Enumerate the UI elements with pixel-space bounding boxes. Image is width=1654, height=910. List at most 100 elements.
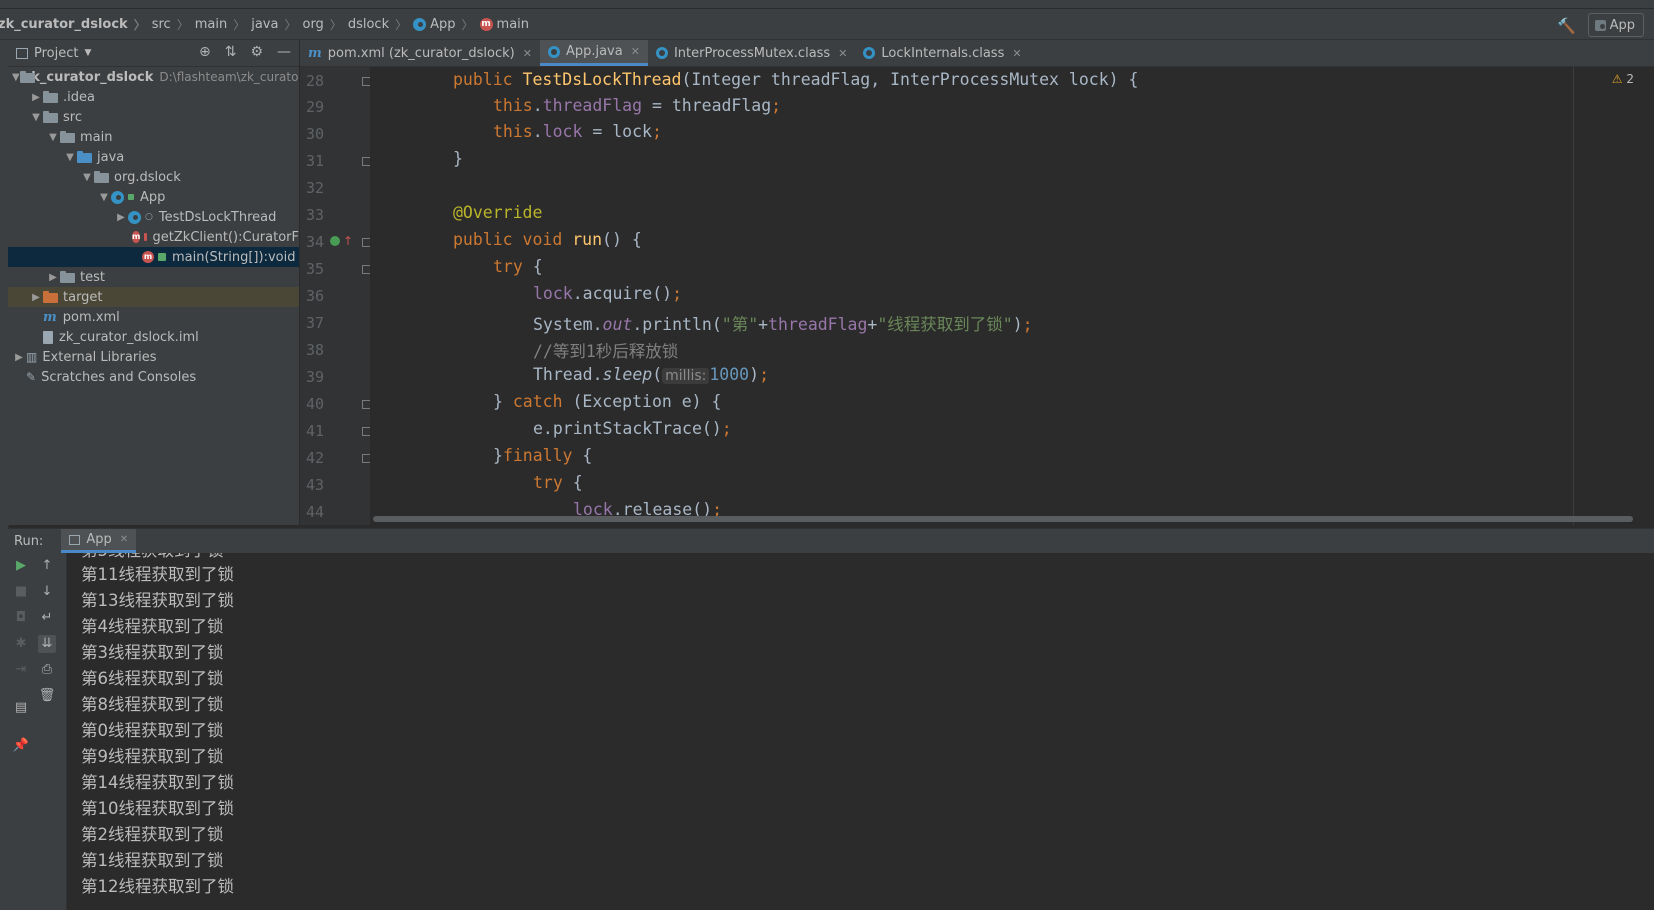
tree-item-label: zk_curator_dslock.iml	[59, 329, 199, 345]
scroll-to-end-icon[interactable]: ⇊	[38, 635, 56, 653]
console-output[interactable]: 第5线程获取到了锁 第11线程获取到了锁 第13线程获取到了锁 第4线程获取到了…	[67, 553, 1654, 910]
tree-item-package[interactable]: ▼ org.dslock	[8, 167, 299, 187]
breadcrumb-src[interactable]: src 〉	[152, 16, 195, 33]
breadcrumb-method-main[interactable]: m main	[479, 17, 529, 32]
tree-item-external-libraries[interactable]: ▶ ▥ External Libraries	[8, 347, 299, 367]
chevron-down-icon[interactable]: ▼	[29, 112, 43, 123]
editor-gutter[interactable]: 28 29 30 31 32 33 34 35 36 37 38 39 40 4…	[300, 67, 371, 525]
tree-item-label: src	[63, 109, 82, 125]
breadcrumb-main[interactable]: main 〉	[195, 16, 252, 33]
tree-item-test[interactable]: ▶ test	[8, 267, 299, 287]
breadcrumb-app[interactable]: App 〉	[413, 16, 479, 33]
tab-lockinternals[interactable]: LockInternals.class ✕	[855, 40, 1029, 66]
close-icon[interactable]: ✕	[120, 534, 128, 545]
breadcrumb-dslock[interactable]: dslock 〉	[348, 16, 413, 33]
code-editor[interactable]: public TestDsLockThread(Integer threadFl…	[370, 67, 1654, 525]
stop-icon[interactable]: ■	[12, 583, 30, 601]
tree-item-java[interactable]: ▼ java	[8, 147, 299, 167]
tree-item-app-class[interactable]: ▼ App	[8, 187, 299, 207]
tree-item-iml[interactable]: zk_curator_dslock.iml	[8, 327, 299, 347]
tab-app-java[interactable]: App.java ✕	[539, 40, 648, 66]
chevron-right-icon[interactable]: ▶	[46, 272, 60, 283]
print-icon[interactable]: ⎙	[38, 661, 56, 679]
chevron-right-icon[interactable]: ▶	[29, 292, 43, 303]
close-icon[interactable]: ✕	[523, 47, 532, 60]
code-line-29: this.threadFlag = threadFlag;	[493, 96, 781, 115]
tab-label: App.java	[565, 44, 623, 59]
line-number: 31	[305, 152, 324, 170]
chevron-down-icon[interactable]: ▼	[46, 132, 60, 143]
tab-label: LockInternals.class	[881, 45, 1005, 61]
breadcrumb-java[interactable]: java 〉	[251, 16, 302, 33]
rerun-icon[interactable]: ▶	[12, 557, 30, 575]
locate-icon[interactable]: ⊕	[199, 44, 211, 60]
tree-item-label: pom.xml	[62, 309, 120, 325]
gear-icon[interactable]: ⚙	[250, 44, 263, 60]
warnings-indicator[interactable]: ⚠ 2	[1612, 72, 1634, 86]
line-number: 32	[305, 179, 324, 197]
code-line-38: //等到1秒后释放锁	[533, 342, 679, 361]
tab-pom-xml[interactable]: m pom.xml (zk_curator_dslock) ✕	[300, 40, 540, 66]
breadcrumb-label: src	[151, 16, 171, 32]
tree-item-project-root[interactable]: ▼ zk_curator_dslock D:\flashteam\zk_curato…	[8, 67, 299, 87]
project-panel: Project ▼ ⊕ ⇅ ⚙ — ▼ zk_curator_dslock D:\fl…	[8, 40, 299, 525]
chevron-down-icon[interactable]: ▼	[97, 192, 111, 203]
right-margin-guide	[1573, 67, 1574, 525]
tree-item-method-main[interactable]: m main(String[]):void	[8, 247, 299, 267]
tab-interprocessmutex[interactable]: InterProcessMutex.class ✕	[648, 40, 855, 66]
project-view-select[interactable]: Project ▼	[16, 46, 91, 61]
build-hammer-icon[interactable]: 🔨	[1557, 17, 1576, 35]
breadcrumb-project[interactable]: zk_curator_dslock 〉	[0, 16, 152, 33]
chevron-right-icon: 〉	[176, 17, 189, 32]
tree-item-thread-class[interactable]: ▶ ○ TestDsLockThread	[8, 207, 299, 227]
chevron-down-icon[interactable]: ▼	[12, 72, 20, 83]
close-icon[interactable]: ✕	[1012, 47, 1021, 60]
chevron-right-icon[interactable]: ▶	[114, 212, 128, 223]
trash-icon[interactable]: 🗑	[38, 687, 56, 705]
tree-item-label: zk_curator_dslock	[23, 69, 154, 85]
scroll-up-icon[interactable]: ↑	[38, 557, 56, 575]
app-config-icon	[1594, 19, 1606, 31]
run-tab-app[interactable]: App ✕	[61, 529, 137, 553]
console-line: 第10线程获取到了锁	[81, 799, 234, 818]
minimize-icon[interactable]: —	[277, 44, 291, 60]
close-icon[interactable]: ✕	[838, 47, 847, 60]
run-configuration-select[interactable]: App	[1587, 13, 1644, 37]
override-arrow-icon[interactable]: ↑	[343, 234, 353, 248]
close-icon[interactable]: ✕	[631, 45, 640, 58]
editor-horizontal-scrollbar[interactable]	[373, 516, 1633, 522]
chevron-right-icon: 〉	[133, 17, 146, 32]
scroll-down-icon[interactable]: ↓	[38, 583, 56, 601]
soft-wrap-icon[interactable]: ↵	[38, 609, 56, 627]
collapse-all-icon[interactable]: ⇅	[225, 44, 237, 60]
breadcrumb-label: App	[430, 16, 456, 32]
chevron-down-icon[interactable]: ▼	[63, 152, 77, 163]
tree-item-scratches[interactable]: ✎ Scratches and Consoles	[8, 367, 299, 387]
tree-item-method-getzkclient[interactable]: m getZkClient():CuratorF	[8, 227, 299, 247]
chevron-down-icon: ▼	[84, 48, 92, 58]
tree-item-idea[interactable]: ▶ .idea	[8, 87, 299, 107]
public-icon	[128, 194, 134, 200]
tree-item-pom[interactable]: m pom.xml	[8, 307, 299, 327]
breadcrumb-org[interactable]: org 〉	[302, 16, 347, 33]
tree-item-target[interactable]: ▶ target	[8, 287, 299, 307]
exit-icon[interactable]: ⇥	[12, 661, 30, 679]
pin-icon[interactable]: 📌	[12, 737, 30, 755]
code-token: lock	[542, 122, 583, 141]
code-token: )	[1012, 315, 1023, 334]
camera-icon[interactable]: ◘	[12, 609, 30, 627]
tree-item-src[interactable]: ▼ src	[8, 107, 299, 127]
line-number: 41	[305, 422, 324, 440]
tree-item-label: Scratches and Consoles	[41, 369, 197, 385]
layout-icon[interactable]: ▤	[12, 699, 30, 717]
code-token: threadFlag	[768, 315, 868, 334]
chevron-right-icon[interactable]: ▶	[12, 352, 26, 363]
implements-method-icon[interactable]	[330, 236, 340, 246]
chevron-right-icon[interactable]: ▶	[29, 92, 43, 103]
run-tab-label: App	[86, 532, 112, 547]
line-number: 39	[305, 368, 324, 386]
tree-item-main[interactable]: ▼ main	[8, 127, 299, 147]
chevron-right-icon: 〉	[461, 17, 474, 32]
debug-icon[interactable]: ✱	[12, 635, 30, 653]
chevron-down-icon[interactable]: ▼	[80, 172, 94, 183]
